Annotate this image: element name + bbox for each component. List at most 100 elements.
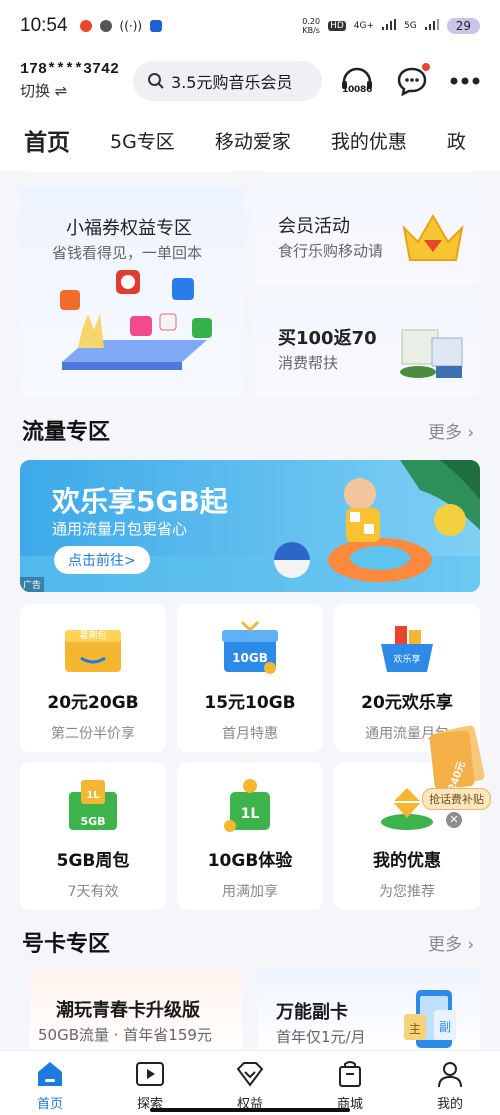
nav-label: 首页: [36, 1097, 63, 1112]
nav-home[interactable]: 首页: [15, 1059, 85, 1112]
card-section-title: 号卡专区: [22, 932, 111, 957]
5gb-icon-label: 5GB: [80, 815, 105, 828]
ad-tag: 广告: [20, 577, 45, 592]
search-icon: [148, 73, 164, 89]
dual-sim-icon: 主 副: [404, 990, 456, 1048]
close-float-button[interactable]: ✕: [446, 812, 462, 828]
app-badge-icon: [150, 20, 163, 32]
tab-5g[interactable]: 5G专区: [110, 127, 175, 154]
secondary-sim-tag: 副: [439, 1020, 451, 1034]
tab-home[interactable]: 首页: [24, 123, 70, 157]
10gb-gift-icon: 10GB: [222, 620, 278, 674]
tab-gov[interactable]: 政: [447, 127, 466, 154]
traffic-item-subtitle: 第二份半价享: [51, 726, 135, 742]
speed-unit: KB/s: [302, 26, 320, 35]
nav-mall[interactable]: 商城: [315, 1059, 385, 1112]
traffic-section-title: 流量专区: [22, 420, 111, 445]
nav-explore[interactable]: 探索: [115, 1059, 185, 1112]
summer-pack-icon-label: 暑期包: [79, 629, 106, 641]
traffic-item-subtitle: 首月特惠: [222, 726, 278, 742]
banner-go-button[interactable]: 点击前往>: [54, 546, 150, 574]
10gb-icon-label: 10GB: [232, 651, 268, 665]
traffic-item-5gb-weekly[interactable]: 1L 5GB 5GB周包 7天有效: [20, 762, 166, 910]
net2-label: 5G: [404, 21, 417, 31]
member-activity-title: 会员活动: [278, 216, 350, 237]
primary-sim-tag: 主: [409, 1022, 421, 1036]
hotspot-icon: ((·)): [119, 19, 143, 33]
customer-service-button[interactable]: 10086: [340, 66, 374, 96]
status-bar: 10:54 ((·)) 0.20 KB/s HD 4G+ 5G 29: [0, 0, 500, 52]
member-activity-card[interactable]: 会员活动 食行乐购移动请: [254, 186, 480, 286]
hd-icon: HD: [328, 21, 346, 31]
cashback-subtitle: 消费帮扶: [278, 354, 339, 372]
5gb-box-icon: 1L 5GB: [69, 780, 117, 830]
traffic-item-10gb[interactable]: 10GB 15元10GB 首月特惠: [177, 604, 323, 752]
phone-apps-illustration: [60, 270, 212, 370]
scrolled-card-edge-left: [20, 160, 242, 172]
user-icon: [438, 1062, 462, 1088]
youth-card-subtitle: 50GB流量 · 首年省159元: [38, 1026, 212, 1044]
sub-card-subtitle: 首年仅1元/月: [276, 1028, 366, 1046]
traffic-item-title: 20元欢乐享: [361, 693, 453, 713]
app-header: 178****3742 切换 ⇌ 3.5元购音乐会员 10086: [0, 52, 500, 110]
diamond-icon: [236, 1062, 264, 1087]
status-time: 10:54: [20, 15, 68, 36]
cashback-title: 买100返70: [278, 328, 377, 349]
nav-label: 我的: [436, 1097, 463, 1112]
app-notification-icon: [79, 20, 92, 32]
search-placeholder: 3.5元购音乐会员: [171, 73, 293, 92]
crown-icon: [402, 213, 464, 261]
trial-icon-label: 1L: [241, 806, 260, 822]
happy-basket-icon: 欢乐享: [381, 626, 433, 672]
card-more-link[interactable]: 更多 ›: [428, 930, 474, 955]
coupon-promo-subtitle: 省钱看得见，一单回本: [52, 244, 203, 262]
message-notification-icon: [99, 20, 112, 32]
switch-account-link[interactable]: 切换 ⇌: [20, 80, 119, 101]
tab-my-offers[interactable]: 我的优惠: [331, 127, 407, 154]
youth-card-title: 潮玩青春卡升级版: [56, 1000, 200, 1021]
traffic-more-link[interactable]: 更多 ›: [428, 418, 474, 443]
shopping-bag-icon: [339, 1061, 361, 1087]
traffic-item-subtitle: 用满加享: [222, 884, 278, 900]
tab-home-broadband[interactable]: 移动爱家: [215, 127, 291, 154]
traffic-item-title: 20元20GB: [47, 693, 139, 713]
play-icon: [136, 1062, 164, 1086]
phone-credit-subsidy-float[interactable]: 240元 抢话费补贴 ✕: [418, 724, 491, 828]
scrolled-card-edge-right: [258, 160, 480, 172]
groceries-icon: [400, 329, 463, 378]
account-block[interactable]: 178****3742 切换 ⇌: [20, 61, 119, 101]
more-dots-icon: [450, 77, 480, 85]
network-speed: 0.20 KB/s: [302, 17, 320, 35]
svg-text:1L: 1L: [86, 790, 100, 801]
traffic-item-subtitle: 为您推荐: [379, 884, 435, 900]
nav-benefits[interactable]: 权益: [215, 1059, 285, 1112]
nav-mine[interactable]: 我的: [415, 1059, 485, 1112]
home-indicator: [150, 1108, 350, 1112]
banner-headline: 欢乐享5GB起: [52, 485, 228, 518]
sub-card-title: 万能副卡: [276, 1002, 348, 1023]
home-icon: [38, 1062, 62, 1086]
speed-value: 0.20: [302, 17, 321, 26]
coupon-promo-title: 小福券权益专区: [66, 218, 192, 239]
sub-card-promo[interactable]: 万能副卡 首年仅1元/月 主 副: [258, 970, 480, 1050]
more-menu-button[interactable]: [450, 77, 480, 85]
traffic-item-10gb-trial[interactable]: 1L 10GB体验 用满加享: [177, 762, 323, 910]
coupon-promo-card[interactable]: 小福券权益专区 省钱看得见，一单回本: [20, 186, 244, 398]
traffic-item-summer-pack[interactable]: 暑期包 20元20GB 第二份半价享: [20, 604, 166, 752]
service-number: 10086: [342, 85, 372, 95]
traffic-item-title: 15元10GB: [204, 693, 296, 713]
signal-icon-1: [382, 19, 397, 33]
traffic-item-title: 5GB周包: [56, 851, 130, 871]
trial-box-icon: 1L: [224, 779, 270, 832]
cashback-card[interactable]: 买100返70 消费帮扶: [254, 296, 480, 398]
messages-button[interactable]: [396, 63, 430, 96]
banner-subtitle: 通用流量月包更省心: [52, 520, 188, 538]
phone-number: 178****3742: [20, 61, 120, 78]
signal-icon-2: [424, 19, 439, 33]
traffic-promo-banner[interactable]: 欢乐享5GB起 通用流量月包更省心 点击前往> 广告: [20, 460, 480, 592]
bottom-navigation: 首页 探索 权益 商城 我的: [0, 1050, 500, 1115]
youth-card-promo[interactable]: 潮玩青春卡升级版 50GB流量 · 首年省159元: [30, 970, 242, 1050]
traffic-item-subtitle: 7天有效: [67, 884, 119, 900]
search-bar[interactable]: 3.5元购音乐会员: [133, 61, 322, 101]
subsidy-label: 抢话费补贴: [422, 788, 491, 810]
